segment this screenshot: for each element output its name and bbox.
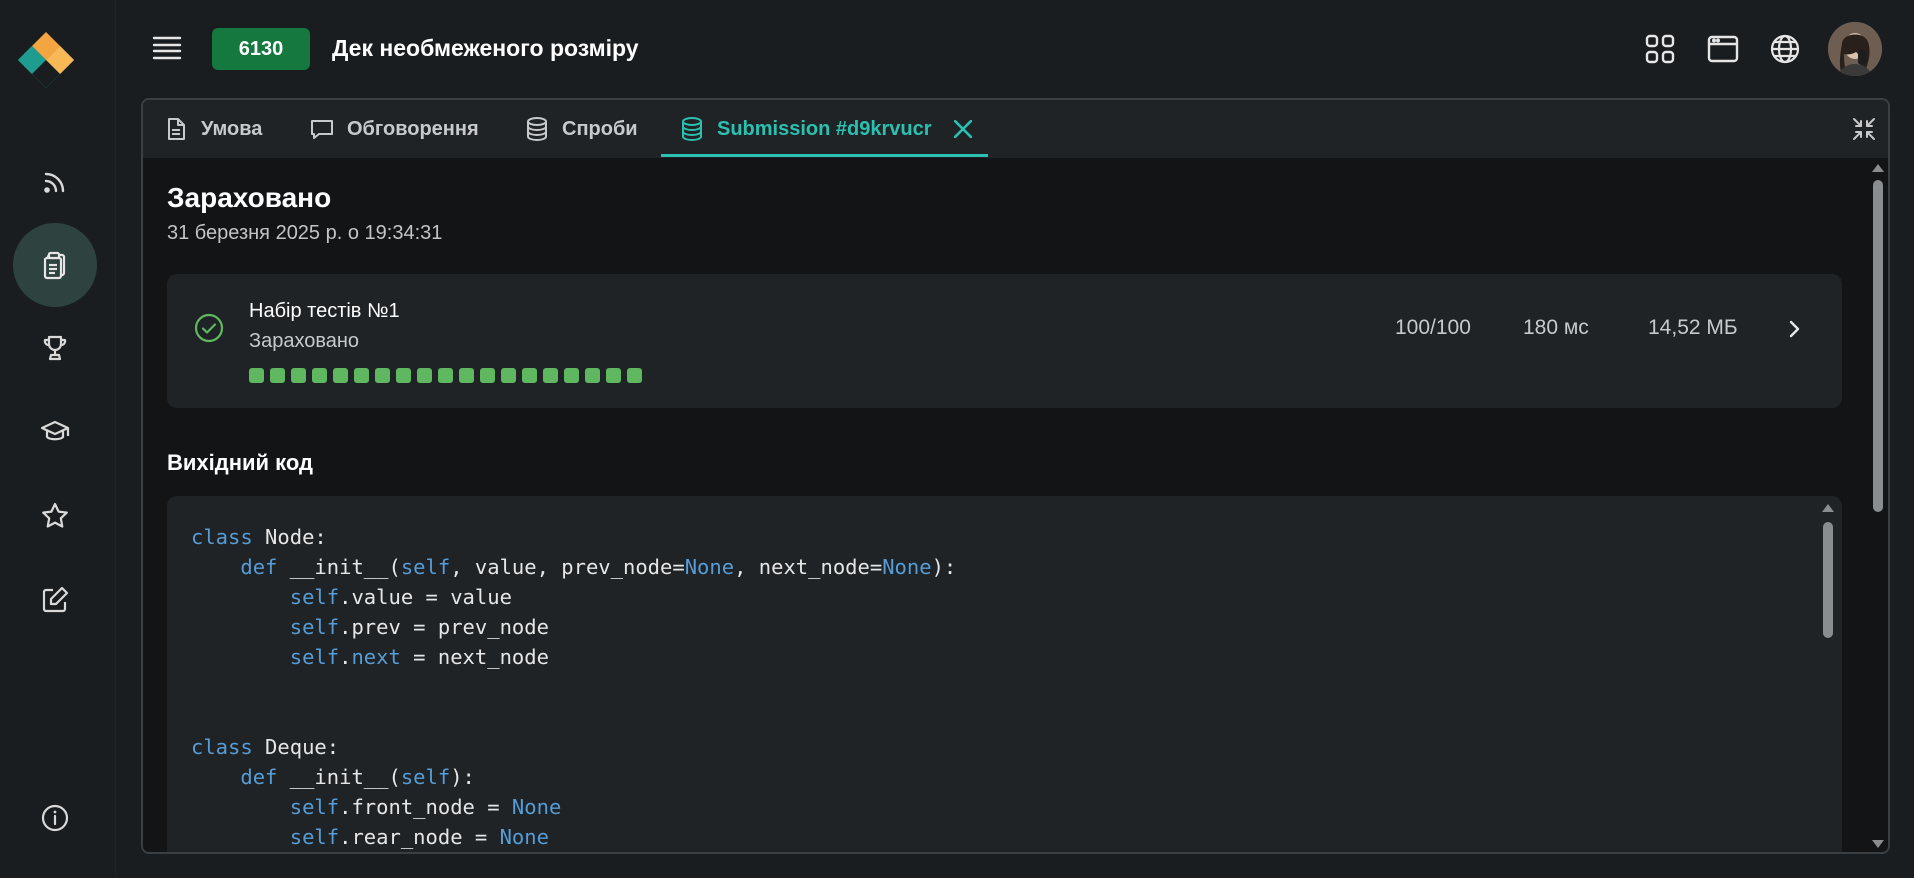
- window-icon[interactable]: [1706, 32, 1740, 66]
- document-icon: [168, 118, 185, 140]
- test-result-dot[interactable]: [522, 368, 537, 383]
- submission-panel: Умова Обговорення Спроби Submission #d9k…: [141, 98, 1890, 854]
- info-button[interactable]: [13, 776, 97, 860]
- code-line: self.rear_node = None: [289, 825, 549, 849]
- test-result-dot[interactable]: [270, 368, 285, 383]
- source-code-heading: Вихідний код: [167, 450, 314, 475]
- tab-bar: Умова Обговорення Спроби Submission #d9k…: [143, 100, 1888, 158]
- test-result-dot[interactable]: [249, 368, 264, 383]
- menu-icon[interactable]: [152, 34, 182, 62]
- submissions-icon: [43, 251, 66, 280]
- verdict-title: Зараховано: [167, 182, 332, 213]
- page-title: Дек необмеженого розміру: [332, 35, 639, 61]
- tab-discussion[interactable]: Обговорення: [309, 100, 479, 158]
- submission-date: 31 березня 2025 р. о 19:34:31: [167, 222, 443, 244]
- code-line: def __init__(self, value, prev_node=None…: [240, 555, 957, 579]
- database-icon: [682, 117, 702, 142]
- apps-grid-icon[interactable]: [1643, 32, 1677, 66]
- check-circle-icon: [194, 313, 224, 343]
- test-result-dot[interactable]: [585, 368, 600, 383]
- test-result-dot[interactable]: [375, 368, 390, 383]
- chat-icon: [311, 120, 333, 139]
- tab-label: Обговорення: [347, 117, 479, 140]
- code-line: self.value = value: [289, 585, 512, 609]
- memory-value: 14,52 МБ: [1648, 316, 1738, 339]
- database-icon: [527, 117, 547, 142]
- problem-id-badge[interactable]: 6130: [212, 28, 310, 70]
- tab-statement[interactable]: Умова: [163, 100, 262, 158]
- test-result-dot[interactable]: [354, 368, 369, 383]
- scroll-thumb[interactable]: [1823, 522, 1833, 638]
- courses-icon: [40, 420, 70, 441]
- tab-attempts[interactable]: Спроби: [524, 100, 638, 158]
- close-icon[interactable]: [950, 116, 976, 142]
- code-line: class Node:: [191, 525, 327, 549]
- panel-scrollbar[interactable]: [1871, 160, 1885, 852]
- source-code: class Node: def __init__(self, value, pr…: [191, 522, 956, 852]
- edit-icon: [42, 586, 69, 613]
- test-result-dot[interactable]: [543, 368, 558, 383]
- tab-label: Submission #d9krvucr: [717, 117, 932, 140]
- code-line: def __init__(self):: [240, 765, 475, 789]
- test-result-dot[interactable]: [627, 368, 642, 383]
- test-result-dot[interactable]: [333, 368, 348, 383]
- tab-label: Умова: [201, 117, 263, 140]
- contests-button[interactable]: [13, 306, 97, 390]
- trophy-icon: [43, 335, 67, 361]
- collapse-icon[interactable]: [1851, 116, 1877, 142]
- globe-icon[interactable]: [1768, 32, 1802, 66]
- active-tab-indicator: [661, 154, 988, 157]
- top-header: 6130 Дек необмеженого розміру: [116, 0, 1914, 98]
- code-line: self.prev = prev_node: [289, 615, 549, 639]
- scroll-thumb[interactable]: [1873, 180, 1883, 512]
- test-result-dot[interactable]: [396, 368, 411, 383]
- test-results-dots: [249, 368, 642, 383]
- test-result-dot[interactable]: [291, 368, 306, 383]
- test-result-dot[interactable]: [564, 368, 579, 383]
- test-set-status: Зараховано: [249, 330, 360, 352]
- test-set-card[interactable]: Набір тестів №1 Зараховано 100/100 180 м…: [167, 274, 1842, 408]
- sidebar: [0, 0, 116, 878]
- source-code-block[interactable]: class Node: def __init__(self, value, pr…: [167, 496, 1842, 852]
- test-result-dot[interactable]: [312, 368, 327, 383]
- chevron-right-icon[interactable]: [1781, 316, 1807, 342]
- test-result-dot[interactable]: [459, 368, 474, 383]
- edit-button[interactable]: [13, 558, 97, 642]
- test-result-dot[interactable]: [606, 368, 621, 383]
- test-result-dot[interactable]: [501, 368, 516, 383]
- scroll-up-arrow-icon[interactable]: [1872, 164, 1884, 172]
- code-scrollbar[interactable]: [1821, 500, 1835, 852]
- score-value: 100/100: [1395, 316, 1471, 339]
- favorites-button[interactable]: [13, 474, 97, 558]
- favorites-icon: [42, 502, 68, 528]
- avatar-photo: [1828, 22, 1882, 76]
- feed-button[interactable]: [13, 140, 97, 224]
- code-line: class Deque:: [191, 735, 340, 759]
- time-value: 180 мс: [1523, 316, 1589, 339]
- code-line: self.next = next_node: [289, 645, 549, 669]
- logo-icon[interactable]: [18, 32, 92, 88]
- submissions-button[interactable]: [13, 223, 97, 307]
- scroll-up-arrow-icon[interactable]: [1822, 504, 1834, 512]
- avatar[interactable]: [1828, 22, 1882, 76]
- tab-label: Спроби: [562, 117, 638, 140]
- test-result-dot[interactable]: [438, 368, 453, 383]
- test-set-name: Набір тестів №1: [249, 300, 400, 322]
- submission-content: Зараховано 31 березня 2025 р. о 19:34:31…: [143, 158, 1864, 852]
- tab-submission[interactable]: Submission #d9krvucr: [679, 100, 976, 158]
- test-result-dot[interactable]: [480, 368, 495, 383]
- test-result-dot[interactable]: [417, 368, 432, 383]
- info-icon: [41, 804, 69, 832]
- code-line: self.front_node = None: [289, 795, 562, 819]
- courses-button[interactable]: [13, 390, 97, 474]
- scroll-down-arrow-icon[interactable]: [1872, 840, 1884, 848]
- feed-icon: [44, 172, 65, 193]
